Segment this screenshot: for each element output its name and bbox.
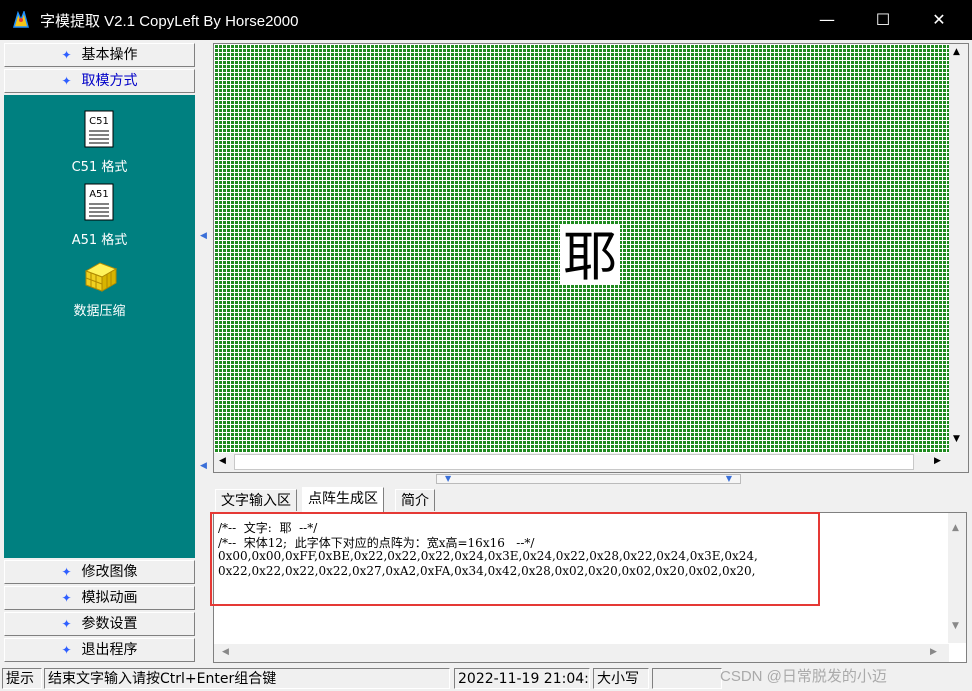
vertical-splitter[interactable]: ◀ ◀	[198, 43, 208, 663]
category-exit[interactable]: ✦ 退出程序	[4, 638, 195, 662]
category-label: 参数设置	[81, 616, 138, 632]
sidebar: ✦ 基本操作 ✦ 取模方式 C51 C51 格式 A51 A51 格式 数据压缩…	[4, 43, 195, 663]
tab-text-input[interactable]: 文字输入区	[215, 489, 297, 511]
canvas-vertical-scrollbar[interactable]: ▲ ▼	[949, 44, 968, 453]
canvas-horizontal-scrollbar[interactable]: ◀ ▶	[214, 453, 949, 472]
tools-panel: C51 C51 格式 A51 A51 格式 数据压缩	[4, 95, 195, 558]
output-tabs: 文字输入区 点阵生成区 简介	[213, 487, 967, 512]
dot-matrix-canvas: 耶 ▲ ▼ ◀ ▶	[213, 43, 969, 473]
diamond-icon: ✦	[61, 74, 72, 88]
diamond-icon: ✦	[61, 643, 72, 657]
category-mode[interactable]: ✦ 取模方式	[4, 69, 195, 93]
diamond-icon: ✦	[61, 565, 72, 579]
collapse-left-icon[interactable]: ◀	[200, 461, 207, 471]
horizontal-splitter[interactable]: ▼ ▼	[436, 474, 741, 484]
scroll-right-icon[interactable]: ▶	[930, 647, 937, 657]
maximize-button[interactable]: ☐	[856, 0, 910, 40]
tab-matrix-output[interactable]: 点阵生成区	[302, 487, 384, 512]
glyph-char: 耶	[563, 225, 617, 285]
category-label: 修改图像	[81, 564, 138, 580]
diamond-icon: ✦	[61, 48, 72, 62]
tool-label: C51 格式	[71, 160, 128, 175]
diamond-icon: ✦	[61, 617, 72, 631]
status-empty	[652, 668, 722, 689]
scroll-left-icon[interactable]: ◀	[219, 456, 226, 466]
scroll-left-icon[interactable]: ◀	[222, 647, 229, 657]
category-animation[interactable]: ✦ 模拟动画	[4, 586, 195, 610]
scroll-up-icon[interactable]: ▲	[952, 523, 959, 533]
collapse-left-icon[interactable]: ◀	[200, 231, 207, 241]
category-label: 模拟动画	[81, 590, 138, 606]
status-hint-label: 提示	[2, 668, 42, 689]
output-vertical-scrollbar[interactable]: ▲ ▼	[948, 513, 966, 643]
highlight-box	[210, 512, 820, 606]
collapse-down-icon[interactable]: ▼	[445, 474, 451, 483]
scroll-down-icon[interactable]: ▼	[952, 621, 959, 631]
title-bar: 字模提取 V2.1 CopyLeft By Horse2000 — ☐ ✕	[0, 0, 972, 40]
collapse-down-icon[interactable]: ▼	[726, 474, 732, 483]
tab-about[interactable]: 简介	[395, 489, 435, 511]
tool-data-compress[interactable]: 数据压缩	[4, 259, 195, 319]
close-button[interactable]: ✕	[912, 0, 966, 40]
scroll-up-icon[interactable]: ▲	[953, 47, 960, 57]
scroll-thumb[interactable]	[234, 454, 914, 470]
c51-document-icon: C51	[84, 110, 113, 148]
category-basic-operations[interactable]: ✦ 基本操作	[4, 43, 195, 67]
watermark: CSDN @日常脱发的小迈	[720, 668, 887, 685]
scroll-down-icon[interactable]: ▼	[953, 434, 960, 444]
status-datetime: 2022-11-19 21:04:32	[454, 668, 590, 689]
tool-label: 数据压缩	[73, 304, 126, 319]
category-label: 基本操作	[81, 47, 138, 63]
compress-cube-icon	[84, 262, 117, 292]
output-horizontal-scrollbar[interactable]: ◀ ▶	[214, 644, 949, 662]
window-title: 字模提取 V2.1 CopyLeft By Horse2000	[40, 13, 299, 30]
diamond-icon: ✦	[61, 591, 72, 605]
category-label: 取模方式	[81, 73, 138, 89]
svg-text:A51: A51	[89, 189, 109, 200]
category-edit-image[interactable]: ✦ 修改图像	[4, 560, 195, 584]
scroll-right-icon[interactable]: ▶	[934, 456, 941, 466]
category-label: 退出程序	[81, 642, 138, 658]
status-caps: 大小写	[593, 668, 649, 689]
tool-c51-format[interactable]: C51 C51 格式	[4, 109, 195, 175]
status-hint-text: 结束文字输入请按Ctrl+Enter组合键	[44, 668, 450, 689]
minimize-button[interactable]: —	[800, 0, 854, 40]
svg-text:C51: C51	[89, 116, 109, 127]
app-icon	[13, 11, 29, 28]
tool-a51-format[interactable]: A51 A51 格式	[4, 182, 195, 248]
category-settings[interactable]: ✦ 参数设置	[4, 612, 195, 636]
glyph-preview: 耶	[560, 225, 620, 285]
a51-document-icon: A51	[84, 183, 113, 221]
tool-label: A51 格式	[71, 233, 128, 248]
